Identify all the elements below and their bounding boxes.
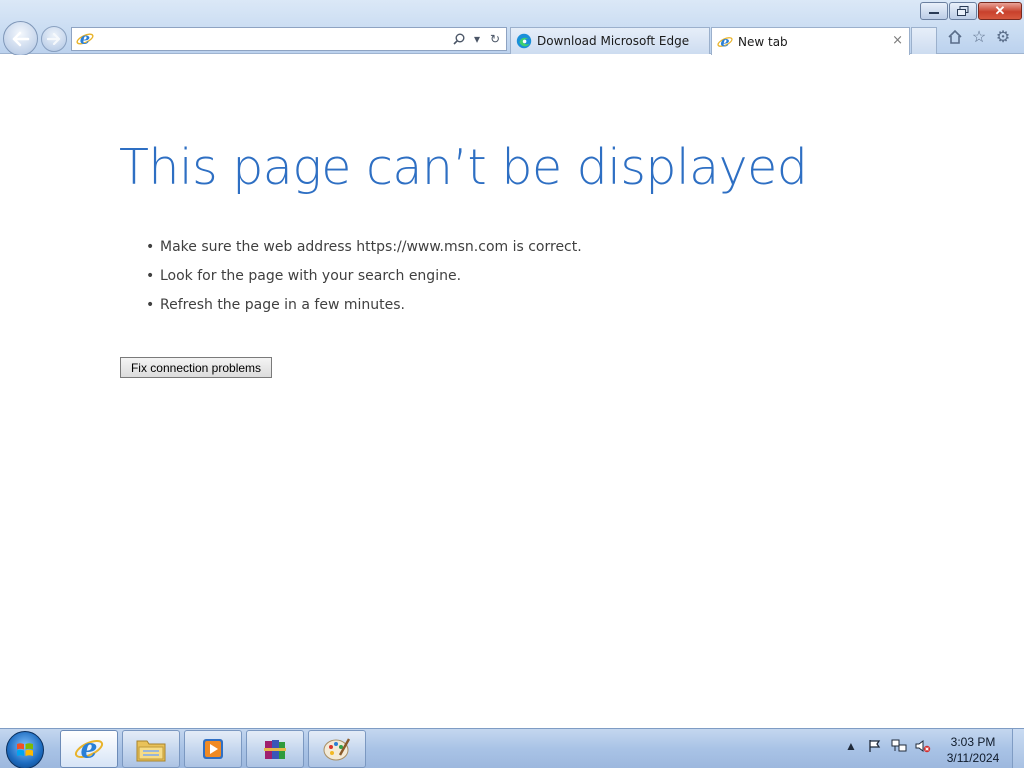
back-arrow-icon [12, 31, 29, 46]
error-title: This page can’t be displayed [119, 139, 808, 196]
window-controls: ✕ [920, 2, 1022, 20]
address-tools: ▾ ↻ [452, 32, 506, 46]
suggestion-item: Look for the page with your search engin… [146, 266, 582, 295]
tab-label: New tab [738, 34, 788, 49]
command-icons: ☆ ⚙ [946, 28, 1012, 46]
favorites-icon[interactable]: ☆ [970, 28, 988, 46]
forward-button[interactable] [41, 26, 67, 52]
clock-date: 3/11/2024 [946, 751, 1000, 765]
taskbar: e ▲ 3:03 PM 3/11/2024 [0, 728, 1024, 768]
new-tab-button[interactable] [911, 27, 937, 54]
ie-icon: e [75, 29, 95, 49]
chevron-down-icon[interactable]: ▾ [470, 32, 484, 46]
forward-arrow-icon [47, 33, 61, 45]
back-button[interactable] [3, 21, 38, 56]
show-desktop-button[interactable] [1012, 729, 1024, 768]
home-icon[interactable] [946, 28, 964, 46]
winrar-icon [264, 740, 286, 759]
maximize-button[interactable] [949, 2, 977, 20]
tab-download-microsoft-edge[interactable]: Download Microsoft Edge [510, 27, 710, 54]
paint-icon [323, 738, 351, 761]
fix-connection-button[interactable]: Fix connection problems [120, 357, 272, 378]
taskbar-winrar[interactable] [246, 730, 304, 768]
taskbar-internet-explorer[interactable]: e [60, 730, 118, 768]
svg-text:e: e [81, 734, 98, 764]
windows-logo-icon [17, 743, 33, 756]
minimize-button[interactable] [920, 2, 948, 20]
media-player-icon [203, 739, 223, 759]
taskbar-media-player[interactable] [184, 730, 242, 768]
page-content: This page can’t be displayed Make sure t… [0, 55, 1024, 728]
tab-new-tab[interactable]: e New tab × [711, 27, 910, 55]
system-clock[interactable]: 3:03 PM 3/11/2024 [942, 734, 1004, 766]
start-button[interactable] [6, 731, 44, 768]
volume-muted-icon[interactable] [914, 737, 932, 755]
refresh-icon[interactable]: ↻ [488, 32, 502, 46]
error-suggestions: Make sure the web address https://www.ms… [146, 237, 582, 324]
address-input[interactable] [95, 29, 452, 49]
action-center-flag-icon[interactable] [866, 737, 884, 755]
restore-icon [957, 6, 969, 16]
suggestion-item: Refresh the page in a few minutes. [146, 295, 582, 324]
address-bar[interactable]: e ▾ ↻ [71, 27, 507, 51]
svg-text:e: e [720, 34, 729, 50]
search-icon[interactable] [452, 32, 466, 46]
minimize-icon [929, 12, 939, 14]
suggestion-item: Make sure the web address https://www.ms… [146, 237, 582, 266]
system-tray: ▲ [842, 737, 932, 755]
gear-icon[interactable]: ⚙ [994, 28, 1012, 46]
close-icon: ✕ [994, 3, 1006, 18]
close-button[interactable]: ✕ [978, 2, 1022, 20]
folder-icon [136, 740, 166, 762]
edge-icon [516, 33, 532, 49]
svg-text:e: e [80, 30, 90, 48]
taskbar-windows-explorer[interactable] [122, 730, 180, 768]
tab-label: Download Microsoft Edge [537, 34, 690, 48]
browser-chrome: ✕ e ▾ ↻ Download Microsoft Edge e New ta… [0, 0, 1024, 56]
show-hidden-icons-icon[interactable]: ▲ [842, 737, 860, 755]
clock-time: 3:03 PM [950, 735, 996, 749]
taskbar-paint[interactable] [308, 730, 366, 768]
network-icon[interactable] [890, 737, 908, 755]
internet-explorer-icon: e [74, 734, 104, 764]
close-tab-icon[interactable]: × [892, 33, 903, 48]
ie-icon: e [717, 34, 733, 50]
